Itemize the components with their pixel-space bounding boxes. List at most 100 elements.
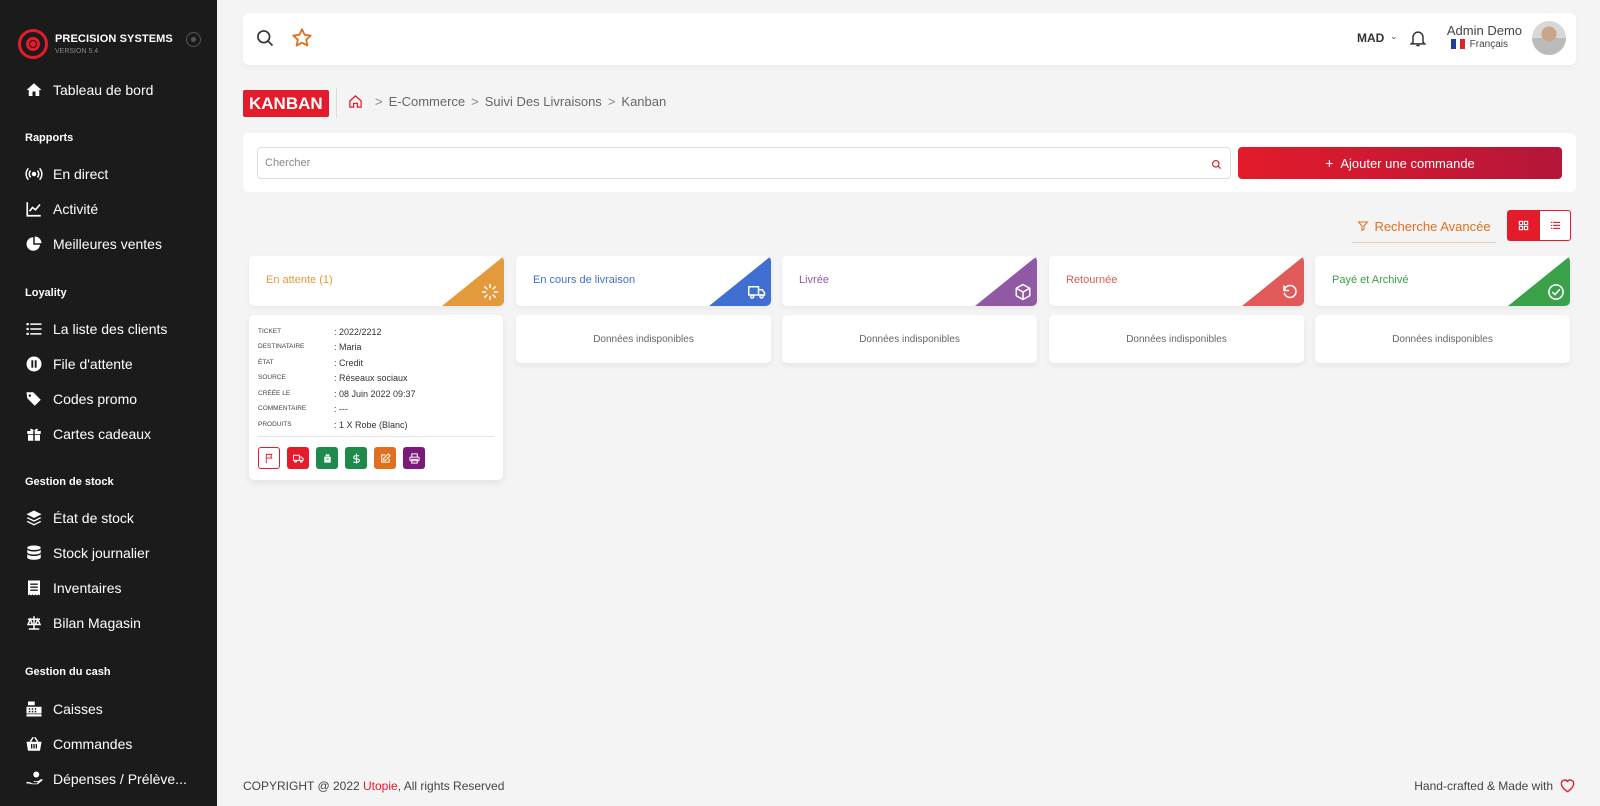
sidebar-item-bilan-magasin[interactable]: Bilan Magasin xyxy=(24,611,141,635)
home-icon[interactable] xyxy=(348,94,363,109)
company-link[interactable]: Utopie xyxy=(363,779,398,793)
sidebar-item-depenses[interactable]: Dépenses / Prélève... xyxy=(24,767,187,791)
brand-version: VERSION 5.4 xyxy=(55,47,99,55)
chevron-down-icon[interactable]: ⌄ xyxy=(1390,31,1398,42)
chevron-right-icon: > xyxy=(375,94,383,109)
language-label[interactable]: Français xyxy=(1470,39,1508,50)
column-corner xyxy=(975,256,1037,306)
field-label: Ticket xyxy=(258,328,282,335)
currency-selector[interactable]: MAD xyxy=(1357,31,1384,45)
field-label: Créée le xyxy=(258,390,291,397)
avatar[interactable] xyxy=(1532,21,1566,55)
stock-button[interactable] xyxy=(316,447,338,469)
sidebar-item-liste-clients[interactable]: La liste des clients xyxy=(24,317,167,341)
sidebar-item-label: Stock journalier xyxy=(53,545,150,561)
order-card[interactable]: Ticket : 2022/2212 Destinataire : Maria … xyxy=(249,315,503,480)
field-value: : Maria xyxy=(334,342,362,352)
chevron-right-icon: > xyxy=(607,94,616,109)
search-icon[interactable] xyxy=(1211,157,1222,170)
scale-icon xyxy=(24,613,44,633)
delivery-button[interactable] xyxy=(287,447,309,469)
home-icon xyxy=(24,80,44,100)
sidebar-item-cartes-cadeaux[interactable]: Cartes cadeaux xyxy=(24,422,151,446)
sidebar-item-inventaires[interactable]: Inventaires xyxy=(24,576,121,600)
bell-icon[interactable] xyxy=(1408,28,1428,48)
pause-icon xyxy=(24,354,44,374)
kanban-column-paye-archive[interactable]: Payé et Archivé xyxy=(1315,256,1570,306)
search-input[interactable] xyxy=(257,147,1231,179)
field-value: : 1 X Robe (Blanc) xyxy=(334,420,408,430)
advanced-search-button[interactable]: Recherche Avancée xyxy=(1352,210,1496,243)
add-order-label: Ajouter une commande xyxy=(1340,155,1475,171)
search-panel: + Ajouter une commande xyxy=(243,133,1576,192)
empty-card-en-cours: Données indisponibles xyxy=(516,315,771,363)
copyright-prefix: COPYRIGHT @ 2022 xyxy=(243,779,363,793)
sidebar-item-stock-journalier[interactable]: Stock journalier xyxy=(24,541,150,565)
kanban-column-en-cours[interactable]: En cours de livraison xyxy=(516,256,771,306)
sidebar-item-label: La liste des clients xyxy=(53,321,168,337)
kanban-column-en-attente[interactable]: En attente (1) xyxy=(249,256,504,306)
kanban-column-retournee[interactable]: Retournée xyxy=(1049,256,1304,306)
sidebar-item-label: Caisses xyxy=(53,701,103,717)
gift-icon xyxy=(24,424,44,444)
check-circle-icon xyxy=(1548,284,1564,300)
payment-button[interactable] xyxy=(345,447,367,469)
sidebar-item-etat-stock[interactable]: État de stock xyxy=(24,506,134,530)
sidebar-item-codes-promo[interactable]: Codes promo xyxy=(24,387,137,411)
column-title: Livrée xyxy=(799,274,829,286)
column-title: En cours de livraison xyxy=(533,274,636,286)
list-view-button[interactable] xyxy=(1539,210,1571,241)
kanban-column-livree[interactable]: Livrée xyxy=(782,256,1037,306)
sidebar-item-label: Activité xyxy=(53,201,99,217)
flag-button[interactable] xyxy=(258,447,280,469)
grid-view-button[interactable] xyxy=(1507,210,1539,241)
field-ticket: Ticket : 2022/2212 xyxy=(258,327,382,337)
field-value: : 2022/2212 xyxy=(334,327,382,337)
field-value: : Credit xyxy=(334,358,364,368)
print-button[interactable] xyxy=(403,447,425,469)
truck-icon xyxy=(292,454,304,463)
star-icon[interactable] xyxy=(291,27,313,49)
plus-icon: + xyxy=(1325,155,1334,171)
field-produits: Produits : 1 X Robe (Blanc) xyxy=(258,420,408,430)
box-icon xyxy=(1015,283,1031,301)
made-with-label: Hand-crafted & Made with xyxy=(1414,778,1553,793)
chart-line-icon xyxy=(24,199,44,219)
field-value: : 08 Juin 2022 09:37 xyxy=(334,389,416,399)
sidebar-item-activite[interactable]: Activité xyxy=(24,197,98,221)
dollar-icon xyxy=(352,452,360,464)
sidebar-item-label: Cartes cadeaux xyxy=(53,426,152,442)
empty-card-paye-archive: Données indisponibles xyxy=(1315,315,1570,363)
sidebar-item-dashboard[interactable]: Tableau de bord xyxy=(24,78,153,102)
footer-copyright: COPYRIGHT @ 2022 Utopie, All rights Rese… xyxy=(243,779,504,793)
print-icon xyxy=(408,452,420,464)
sidebar-item-label: En direct xyxy=(53,166,109,182)
sidebar-section-stock: Gestion de stock xyxy=(25,476,114,488)
field-label: Commentaire xyxy=(258,405,307,412)
field-commentaire: Commentaire : --- xyxy=(258,404,348,414)
edit-button[interactable] xyxy=(374,447,396,469)
column-corner xyxy=(1242,256,1304,306)
field-etat: État : Credit xyxy=(258,358,363,368)
sidebar-item-label: Codes promo xyxy=(53,391,138,407)
pie-chart-icon xyxy=(24,234,44,254)
cash-register-icon xyxy=(24,699,44,719)
add-order-button[interactable]: + Ajouter une commande xyxy=(1238,147,1562,179)
sidebar-item-caisses[interactable]: Caisses xyxy=(24,697,103,721)
field-label: Produits xyxy=(258,421,292,428)
sidebar-item-file-attente[interactable]: File d'attente xyxy=(24,352,133,376)
breadcrumb-item-ecommerce[interactable]: E-Commerce xyxy=(389,94,466,109)
field-label: Source xyxy=(258,374,286,381)
sidebar-item-meilleures-ventes[interactable]: Meilleures ventes xyxy=(24,232,162,256)
page-title: KANBAN xyxy=(243,90,329,117)
brand[interactable]: PRECISION SYSTEMS VERSION 5.4 xyxy=(0,0,217,66)
column-corner xyxy=(709,256,771,306)
sidebar-item-en-direct[interactable]: En direct xyxy=(24,162,108,186)
empty-card-livree: Données indisponibles xyxy=(782,315,1037,363)
column-corner xyxy=(1508,256,1570,306)
user-name[interactable]: Admin Demo xyxy=(1447,23,1522,38)
sidebar-item-commandes[interactable]: Commandes xyxy=(24,732,132,756)
breadcrumb-item-suivi[interactable]: Suivi Des Livraisons xyxy=(485,94,602,109)
search-icon[interactable] xyxy=(255,28,275,48)
sidebar-toggle-icon[interactable] xyxy=(186,32,201,47)
